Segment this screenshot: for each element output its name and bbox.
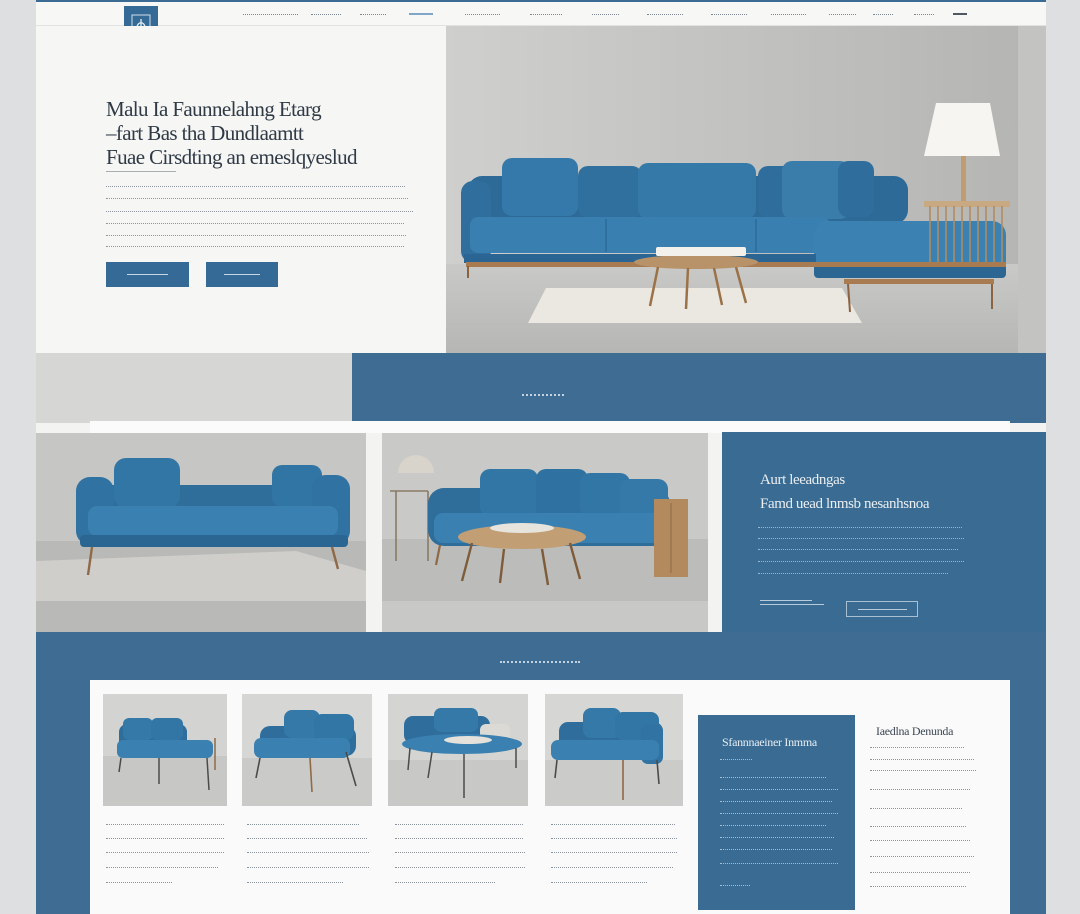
side-column-line [870,770,976,771]
hero-paragraph-line [106,186,405,187]
gallery-loveseat-image[interactable] [36,433,366,632]
collection-section-label [500,661,580,663]
promo-text-line [720,837,834,838]
side-column-title: Iaedlna Denunda [876,724,954,738]
side-column-line [870,840,970,841]
promo-card[interactable]: Sfannnaeiner Inmma [698,715,855,910]
section-banner [352,353,1046,423]
feature-text-line [758,538,964,539]
promo-text-line [720,863,838,864]
product-card-2-line [247,852,369,853]
product-card-1-line [106,852,224,853]
side-column-line [870,856,974,857]
promo-text-line [720,813,838,814]
hero-paragraph-line [106,246,404,247]
nav-item-12[interactable] [873,12,893,16]
gallery-sofa-table-image[interactable] [382,433,708,632]
feature-panel: Aurt leeadngas Famd uead lnmsb nesanhsno… [722,432,1046,632]
product-card-4-line [551,824,675,825]
product-card-1-line [106,882,172,883]
hero-title-line-1: Malu Ia Faunnelahng Etarg [106,97,322,121]
nav-item-11[interactable] [829,12,856,16]
product-card-4-line [551,882,647,883]
product-card-4-line [551,838,677,839]
promo-text-line [720,849,832,850]
feature-text-line [758,527,962,528]
product-card-4-line [551,852,677,853]
product-card-3-line [395,867,525,868]
nav-item-13[interactable] [914,12,934,16]
product-card-2-line [247,824,359,825]
product-card-1-line [106,867,218,868]
hero-secondary-button[interactable] [206,262,278,287]
feature-title-line-1: Aurt leeadngas [760,472,845,488]
hero-paragraph-line [106,235,406,236]
product-card-4-image[interactable] [545,694,683,806]
nav-item-active[interactable] [409,12,433,16]
feature-button[interactable] [846,601,918,617]
hero-text-panel [36,26,446,353]
promo-text-line [720,801,832,802]
nav-item-14[interactable] [953,12,967,16]
promo-text-line [720,777,826,778]
promo-text-line [720,759,752,760]
side-column-line [870,747,964,748]
nav-item-8[interactable] [647,12,683,16]
promo-text-line [720,825,826,826]
side-column-line [870,789,970,790]
feature-title-line-2: Famd uead lnmsb nesanhsnoa [760,496,930,512]
product-card-3-line [395,852,525,853]
nav-accent-bar [36,0,1046,2]
product-card-1-line [106,838,224,839]
side-column-line [870,872,970,873]
promo-text-line [720,885,750,886]
promo-text-line [720,789,838,790]
hero-title-line-2: –fart Bas tha Dundlaamtt [106,121,304,145]
nav-item-6[interactable] [530,12,562,16]
section-gray-block [36,353,352,423]
product-card-3-line [395,838,523,839]
nav-item-3[interactable] [360,12,386,16]
nav-item-2[interactable] [311,12,341,16]
hero-title: Malu Ia Faunnelahng Etarg –fart Bas tha … [106,97,416,169]
hero-paragraph-line [106,211,413,212]
product-card-3-line [395,882,495,883]
feature-text-line [758,561,964,562]
nav-item-9[interactable] [711,12,747,16]
product-card-2-image[interactable] [242,694,372,806]
side-column-line [870,886,966,887]
promo-title: Sfannnaeiner Inmma [722,735,817,749]
nav-item-7[interactable] [592,12,619,16]
hero-paragraph-line [106,223,404,224]
product-card-2-line [247,882,343,883]
nav-item-5[interactable] [465,12,500,16]
hero-divider [106,171,176,172]
feature-text-line [758,573,948,574]
product-card-3-image[interactable] [388,694,528,806]
section-banner-label [522,394,564,396]
product-card-1-line [106,824,224,825]
product-card-4-line [551,867,673,868]
product-card-3-line [395,824,523,825]
side-column-line [870,759,974,760]
nav-item-10[interactable] [771,12,806,16]
product-card-2-line [247,838,367,839]
feature-link[interactable] [760,598,824,608]
product-card-1-image[interactable] [103,694,227,806]
side-column-line [870,826,966,827]
feature-text-line [758,549,958,550]
hero-primary-button[interactable] [106,262,189,287]
feature-title: Aurt leeadngas Famd uead lnmsb nesanhsno… [760,468,990,516]
product-card-2-line [247,867,369,868]
side-column-line [870,808,962,809]
nav-item-1[interactable] [243,12,298,16]
hero-title-line-3: Fuae Cirsdting an emeslqyeslud [106,145,357,169]
hero-paragraph-line [106,198,408,199]
hero-sofa-image [446,26,1046,353]
